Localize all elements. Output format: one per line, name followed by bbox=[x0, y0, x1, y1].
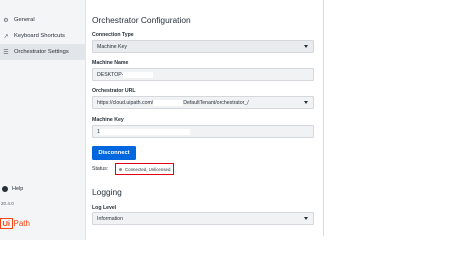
sidebar-item-orchestrator-settings[interactable]: ☰ Orchestrator Settings bbox=[0, 44, 86, 60]
log-level-value: Information bbox=[97, 215, 123, 222]
machine-key-field[interactable]: 1 bbox=[92, 125, 314, 138]
redacted-region bbox=[99, 128, 190, 135]
help-link[interactable]: Help bbox=[2, 186, 23, 192]
redacted-region bbox=[123, 71, 154, 78]
sidebar-item-label: Orchestrator Settings bbox=[14, 49, 69, 55]
redacted-region bbox=[153, 99, 184, 106]
status-label: Status: bbox=[92, 166, 109, 172]
page-title: Orchestrator Configuration bbox=[92, 15, 191, 25]
logging-title: Logging bbox=[92, 187, 122, 197]
machine-name-label: Machine Name bbox=[92, 60, 129, 66]
orchestrator-url-suffix: DefaultTenant/orchestrator_/ bbox=[183, 99, 249, 106]
orchestrator-settings-panel: Orchestrator Configuration Connection Ty… bbox=[86, 0, 324, 236]
orchestrator-url-label: Orchestrator URL bbox=[92, 88, 136, 94]
chevron-down-icon bbox=[304, 45, 308, 48]
help-label: Help bbox=[12, 186, 24, 192]
connection-type-select[interactable]: Machine Key bbox=[92, 40, 314, 53]
machine-name-value: DESKTOP- bbox=[97, 71, 124, 78]
arrow-icon: ↗ bbox=[3, 33, 9, 40]
sliders-icon: ☰ bbox=[3, 49, 9, 56]
sidebar-item-keyboard-shortcuts[interactable]: ↗ Keyboard Shortcuts bbox=[0, 28, 86, 44]
sidebar-item-label: General bbox=[14, 17, 35, 23]
logo-path: Path bbox=[13, 219, 30, 228]
sidebar: ⚙ General ↗ Keyboard Shortcuts ☰ Orchest… bbox=[0, 0, 86, 240]
orchestrator-url-field[interactable]: https://cloud.uipath.com/ DefaultTenant/… bbox=[92, 96, 314, 109]
sidebar-item-general[interactable]: ⚙ General bbox=[0, 12, 86, 28]
log-level-label: Log Level bbox=[92, 205, 117, 211]
connection-type-value: Machine Key bbox=[97, 43, 127, 50]
status-dot-icon bbox=[119, 167, 122, 171]
status-badge: Connected, Unlicensed bbox=[115, 163, 174, 175]
connection-type-label: Connection Type bbox=[92, 32, 134, 38]
status-text: Connected, Unlicensed bbox=[125, 166, 171, 172]
version-text: 20.4.0 bbox=[1, 201, 14, 206]
orchestrator-url-prefix: https://cloud.uipath.com/ bbox=[97, 99, 154, 106]
sidebar-item-label: Keyboard Shortcuts bbox=[14, 33, 65, 39]
machine-name-field[interactable]: DESKTOP- bbox=[92, 68, 314, 81]
chevron-down-icon bbox=[304, 217, 308, 220]
uipath-logo: Ui Path bbox=[0, 218, 30, 229]
machine-key-label: Machine Key bbox=[92, 117, 124, 123]
logo-ui: Ui bbox=[0, 218, 13, 229]
help-icon bbox=[2, 186, 8, 192]
settings-gear-icon: ⚙ bbox=[3, 17, 9, 24]
disconnect-button[interactable]: Disconnect bbox=[92, 146, 136, 160]
log-level-select[interactable]: Information bbox=[92, 212, 314, 225]
uipath-assistant-preferences: ⚙ General ↗ Keyboard Shortcuts ☰ Orchest… bbox=[0, 0, 474, 266]
chevron-down-icon bbox=[304, 101, 308, 104]
